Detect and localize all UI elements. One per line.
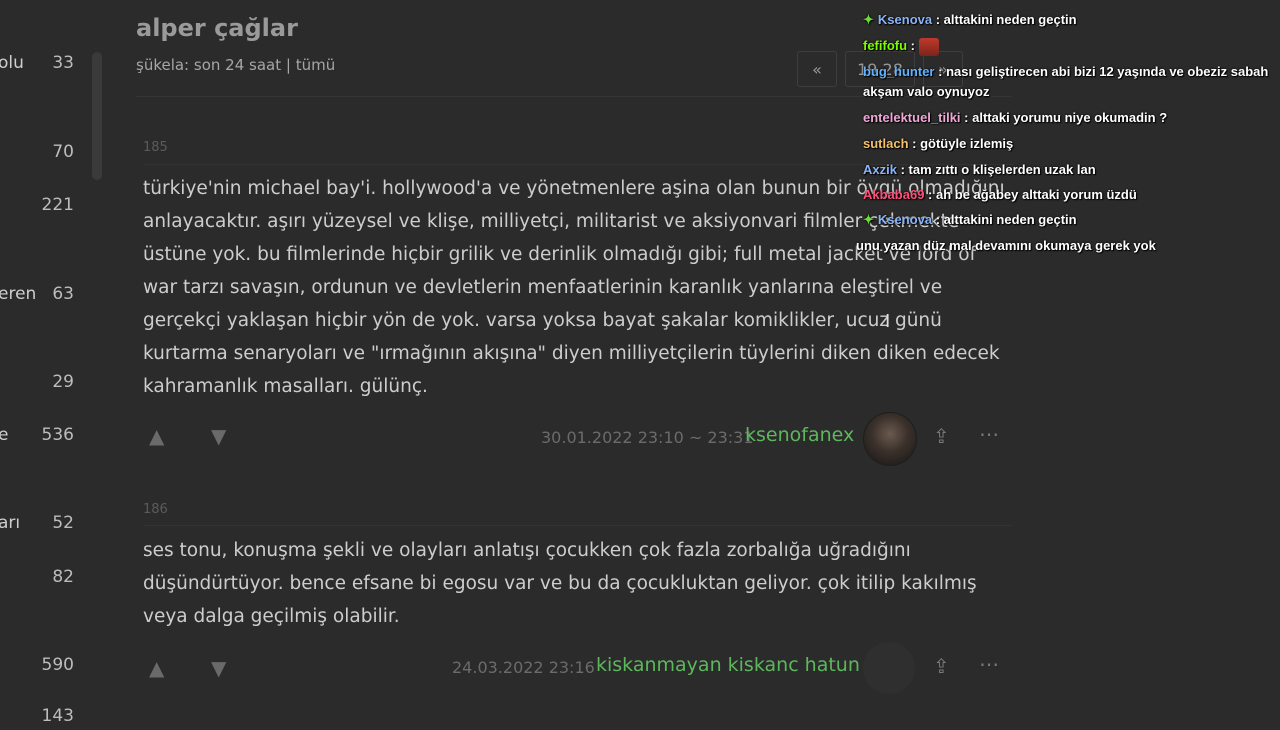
filter-label: şükela: — [136, 56, 194, 74]
chat-message: Axzik : tam zıttı o klişelerden uzak lan — [863, 162, 1096, 177]
chat-username: Axzik — [863, 162, 897, 177]
entry-date[interactable]: 24.03.2022 23:16 — [452, 658, 595, 677]
chat-text: tam zıttı o klişelerden uzak lan — [908, 162, 1096, 177]
sidebar-item-label: olu — [0, 53, 24, 73]
downvote-icon[interactable]: ▼ — [211, 424, 226, 448]
chat-message: Akbaba69 : ah be ağabey alttaki yorum üz… — [863, 187, 1137, 202]
chat-username: sutlach — [863, 136, 909, 151]
sidebar-item-count: 29 — [52, 372, 74, 392]
upvote-icon[interactable]: ▲ — [149, 656, 164, 680]
more-icon[interactable]: ⋯ — [979, 422, 999, 446]
chat-username: entelektuel_tilki — [863, 110, 961, 125]
share-icon[interactable]: ⇪ — [933, 654, 950, 678]
chat-text: unu yazan düz mal devamını okumaya gerek… — [856, 238, 1156, 253]
sidebar-item-count: 63 — [52, 284, 74, 304]
sidebar: olu 33 70 221 eren 63 29 e 536 arı 52 82… — [0, 0, 90, 726]
filter-separator: | — [281, 56, 296, 74]
entry-number[interactable]: 185 — [143, 140, 168, 155]
badge-icon: ✦ — [863, 212, 874, 227]
chat-username: Ksenova — [877, 212, 933, 227]
chat-message: unu yazan düz mal devamını okumaya gerek… — [856, 236, 1273, 256]
more-icon[interactable]: ⋯ — [979, 652, 999, 676]
chat-message: fefifofu : — [863, 36, 1280, 56]
entry-author[interactable]: ksenofanex — [745, 424, 854, 446]
sidebar-item[interactable]: olu 33 — [0, 53, 78, 77]
chat-message: ✦ Ksenova : alttakini neden geçtin — [863, 212, 1077, 227]
chat-text: alttakini neden geçtin — [943, 212, 1077, 227]
entry-content: ses tonu, konuşma şekli ve olayları anla… — [143, 540, 977, 627]
sidebar-item-count: 590 — [41, 655, 74, 675]
entry-author[interactable]: kiskanmayan kiskanc hatun — [596, 654, 860, 676]
prev-page-button[interactable]: « — [797, 51, 837, 87]
chat-username: Ksenova — [877, 12, 933, 27]
sidebar-item-count: 536 — [41, 425, 74, 445]
chat-username: bug_hunter — [863, 64, 935, 79]
sidebar-item[interactable]: 29 — [0, 372, 78, 396]
filter-all-link[interactable]: tümü — [296, 56, 336, 74]
chat-overlay: ✦ Ksenova : alttakini neden geçtin fefifo… — [856, 0, 1280, 270]
downvote-icon[interactable]: ▼ — [211, 656, 226, 680]
sidebar-item[interactable]: e 536 — [0, 425, 78, 449]
chat-text: götüyle izlemiş — [920, 136, 1014, 151]
avatar[interactable] — [863, 412, 917, 466]
avatar[interactable] — [863, 642, 915, 694]
sidebar-item-count: 82 — [52, 567, 74, 587]
chat-message: sutlach : götüyle izlemiş — [863, 136, 1014, 151]
chat-username: Akbaba69 — [863, 187, 925, 202]
sidebar-item[interactable]: 82 — [0, 567, 78, 591]
chat-text: alttaki yorumu niye okumadin ? — [972, 110, 1168, 125]
sidebar-item-count: 33 — [52, 53, 74, 73]
entry-date[interactable]: 30.01.2022 23:10 ~ 23:31 — [541, 428, 754, 447]
sidebar-item-label: arı — [0, 513, 21, 533]
chat-message: bug_hunter : nası geliştirecen abi bizi … — [863, 64, 1269, 99]
upvote-icon[interactable]: ▲ — [149, 424, 164, 448]
text-cursor-icon: I — [885, 311, 891, 332]
chat-message: entelektuel_tilki : alttaki yorumu niye … — [863, 110, 1168, 125]
sidebar-item-count: 52 — [52, 513, 74, 533]
sidebar-item[interactable]: 143 — [0, 706, 78, 730]
chat-text: ah be ağabey alttaki yorum üzdü — [935, 187, 1137, 202]
badge-icon: ✦ — [863, 12, 874, 27]
chat-message: ✦ Ksenova : alttakini neden geçtin — [863, 12, 1077, 27]
sidebar-item-label: e — [0, 425, 9, 445]
chat-username: fefifofu — [863, 38, 908, 53]
sidebar-item-count: 143 — [41, 706, 74, 726]
sidebar-item[interactable]: 590 — [0, 655, 78, 679]
sidebar-scrollbar[interactable] — [92, 52, 102, 180]
sidebar-item[interactable]: 70 — [0, 142, 78, 166]
emote-icon — [918, 37, 939, 56]
divider — [143, 525, 1013, 526]
sidebar-item-count: 70 — [52, 142, 74, 162]
share-icon[interactable]: ⇪ — [933, 424, 950, 448]
filter-period-link[interactable]: son 24 saat — [194, 56, 281, 74]
entry-number[interactable]: 186 — [143, 502, 168, 517]
sidebar-item[interactable]: eren 63 — [0, 284, 78, 308]
sidebar-item-count: 221 — [41, 195, 74, 215]
sidebar-item[interactable]: arı 52 — [0, 513, 78, 537]
sort-filter: şükela: son 24 saat | tümü — [136, 56, 335, 74]
page-title[interactable]: alper çağlar — [136, 14, 298, 42]
chat-text: alttakini neden geçtin — [943, 12, 1077, 27]
sidebar-item-label: eren — [0, 284, 37, 304]
sidebar-item[interactable]: 221 — [0, 195, 78, 219]
